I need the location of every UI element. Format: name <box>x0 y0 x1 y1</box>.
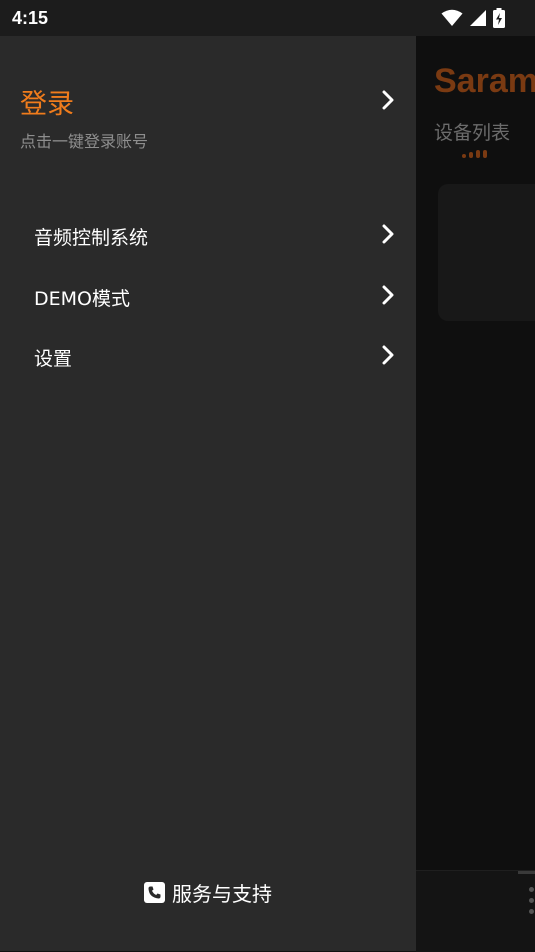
service-support-label: 服务与支持 <box>172 881 272 906</box>
more-vert-icon[interactable] <box>529 887 534 914</box>
phone-icon <box>144 881 165 903</box>
chevron-right-icon <box>382 224 394 244</box>
chevron-right-icon <box>382 345 394 365</box>
login-item[interactable]: 登录 点击一键登录账号 <box>0 36 416 166</box>
login-subtitle: 点击一键登录账号 <box>20 132 149 151</box>
chevron-right-icon <box>382 90 394 110</box>
menu-item-demo-mode[interactable]: DEMO模式 <box>0 266 416 326</box>
status-time: 4:15 <box>12 7 49 28</box>
wifi-icon <box>441 9 463 26</box>
battery-charging-icon <box>493 8 505 28</box>
loading-dots-icon <box>462 150 487 158</box>
menu-item-label: 设置 <box>34 348 73 370</box>
menu-item-label: 音频控制系统 <box>34 227 149 249</box>
chevron-right-icon <box>382 285 394 305</box>
device-list-heading: 设备列表 <box>434 122 511 144</box>
status-icons <box>441 8 505 28</box>
menu-item-label: DEMO模式 <box>34 288 130 310</box>
menu-item-audio-control[interactable]: 音频控制系统 <box>0 205 416 265</box>
background-app: Saram 设备列表 <box>416 36 535 952</box>
status-bar: 4:15 <box>0 0 535 36</box>
service-support-button[interactable]: 服务与支持 <box>0 872 416 912</box>
bottom-indicator <box>518 871 535 874</box>
app-title: Saram <box>434 62 535 100</box>
navigation-drawer: 登录 点击一键登录账号 音频控制系统 DEMO模式 设置 服务与支持 <box>0 36 416 951</box>
login-title: 登录 <box>20 89 74 120</box>
bottom-bar <box>416 870 535 952</box>
menu-item-settings[interactable]: 设置 <box>0 326 416 386</box>
device-card[interactable] <box>438 184 535 321</box>
signal-icon <box>470 10 486 26</box>
